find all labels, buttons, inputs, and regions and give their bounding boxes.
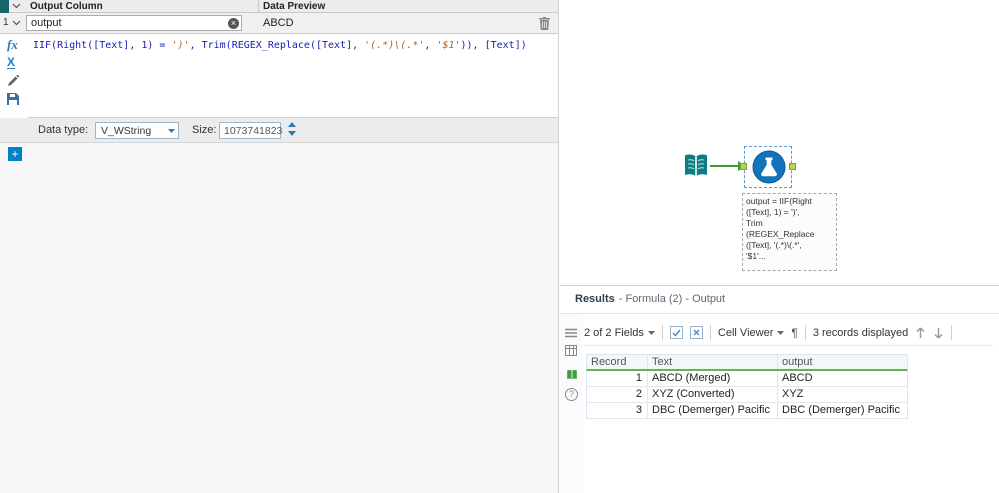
arrow-up-icon[interactable]: [915, 327, 926, 339]
formula-code-segment: )), [Text]): [460, 40, 527, 51]
chevron-down-icon: [647, 330, 655, 335]
table-row[interactable]: 1 ABCD (Merged) ABCD: [586, 371, 908, 387]
size-stepper: [285, 122, 298, 139]
size-input[interactable]: 1073741823: [219, 122, 283, 139]
results-divider: [560, 313, 999, 314]
input-anchor[interactable]: [740, 163, 747, 170]
tool-annotation[interactable]: output = IIF(Right ([Text], 1) = ')', Tr…: [742, 193, 837, 271]
formula-config-panel: Output Column Data Preview 1 output × AB…: [0, 0, 559, 493]
output-column-header: Output Column: [30, 1, 103, 12]
add-column-button[interactable]: +: [8, 147, 22, 161]
insert-variable-icon[interactable]: X: [7, 56, 16, 69]
data-view-icon[interactable]: [565, 368, 579, 382]
profile-list-icon[interactable]: [565, 328, 577, 338]
insert-function-icon[interactable]: fx: [7, 38, 18, 51]
clear-icon[interactable]: ×: [228, 18, 239, 29]
formula-string-segment: ')': [171, 40, 190, 51]
output-cell[interactable]: DBC (Demerger) Pacific: [777, 403, 907, 418]
toolbar-separator: [951, 325, 953, 340]
table-header-row: Record Text output: [586, 354, 908, 371]
table-row[interactable]: 3 DBC (Demerger) Pacific DBC (Demerger) …: [586, 403, 908, 419]
select-all-icon[interactable]: [669, 326, 683, 339]
arrow-down-icon[interactable]: [933, 327, 944, 339]
formula-expression[interactable]: IIF(Right([Text], 1) = ')', Trim(REGEX_R…: [33, 40, 555, 51]
expression-row[interactable]: 1 output × ABCD: [0, 13, 558, 34]
column-header-row: Output Column Data Preview: [0, 0, 558, 13]
header-corner: [0, 0, 9, 13]
column-header-text[interactable]: Text: [647, 355, 777, 369]
metadata-grid-icon[interactable]: [565, 345, 577, 356]
cell-viewer-dropdown[interactable]: Cell Viewer: [717, 326, 785, 339]
results-title: Results - Formula (2) - Output: [575, 293, 725, 305]
expression-editor[interactable]: fx X IIF(Right([Text], 1) = ')', Trim(RE…: [0, 35, 558, 118]
column-header-output[interactable]: output: [777, 355, 907, 369]
formula-string-segment: '(.*)\(.*': [364, 40, 425, 51]
chevron-down-icon[interactable]: [12, 3, 21, 9]
toolbar-separator: [709, 325, 711, 340]
help-icon[interactable]: ?: [565, 388, 578, 401]
formula-code-segment: IIF(Right([Text], 1) =: [33, 40, 172, 51]
output-anchor[interactable]: [789, 163, 796, 170]
chevron-down-icon: [777, 330, 785, 335]
datatype-dropdown[interactable]: V_WString: [95, 122, 179, 139]
data-preview-header: Data Preview: [263, 1, 326, 12]
cell-viewer-label: Cell Viewer: [717, 326, 774, 339]
column-header-record[interactable]: Record: [587, 355, 647, 369]
table-row[interactable]: 2 XYZ (Converted) XYZ: [586, 387, 908, 403]
record-cell[interactable]: 3: [587, 403, 647, 418]
header-divider: [258, 0, 259, 13]
editor-icon-strip: fx X: [0, 35, 28, 118]
fields-dropdown-label: 2 of 2 Fields: [584, 326, 644, 339]
formula-code-segment: ,: [424, 40, 437, 51]
whitespace-toggle-icon[interactable]: ¶: [791, 327, 797, 339]
record-cell[interactable]: 2: [587, 387, 647, 402]
toolbar-separator: [804, 325, 806, 340]
formula-string-segment: '$1': [436, 40, 461, 51]
size-value: 1073741823: [224, 125, 283, 137]
input-data-tool[interactable]: [680, 150, 712, 182]
output-cell[interactable]: ABCD: [777, 371, 907, 386]
output-column-value: output: [31, 17, 62, 29]
results-side-strip: ?: [560, 314, 583, 493]
results-title-rest: - Formula (2) - Output: [618, 293, 726, 305]
deselect-all-icon[interactable]: [689, 326, 703, 339]
datatype-value: V_WString: [101, 125, 152, 137]
text-cell[interactable]: XYZ (Converted): [647, 387, 777, 402]
results-title-bold: Results: [575, 293, 615, 305]
text-cell[interactable]: DBC (Demerger) Pacific: [647, 403, 777, 418]
chevron-down-icon[interactable]: [12, 20, 21, 26]
output-column-input[interactable]: output ×: [26, 15, 242, 31]
alteryx-designer-window: Output Column Data Preview 1 output × AB…: [0, 0, 999, 493]
save-expression-icon[interactable]: [7, 93, 19, 109]
formula-tool[interactable]: [751, 149, 787, 185]
records-displayed-label: 3 records displayed: [812, 326, 909, 339]
fields-dropdown[interactable]: 2 of 2 Fields: [584, 327, 655, 339]
formula-code-segment: , Trim(REGEX_Replace([Text],: [189, 40, 365, 51]
datatype-label: Data type:: [38, 124, 89, 136]
output-cell[interactable]: XYZ: [777, 387, 907, 402]
size-label: Size:: [192, 124, 217, 136]
delete-expression-icon[interactable]: [539, 17, 550, 30]
record-cell[interactable]: 1: [587, 371, 647, 386]
results-panel: Results - Formula (2) - Output ? 2 of 2 F…: [560, 285, 999, 493]
workflow-canvas[interactable]: output = IIF(Right ([Text], 1) = ')', Tr…: [560, 0, 999, 285]
results-toolbar: 2 of 2 Fields Cell Viewer ¶ 3 records di…: [584, 320, 993, 346]
pen-icon[interactable]: [7, 74, 20, 91]
row-number: 1: [3, 17, 9, 28]
chevron-down-icon: [168, 129, 175, 133]
stepper-up-icon[interactable]: [285, 122, 298, 130]
data-preview-value: ABCD: [263, 17, 294, 29]
text-cell[interactable]: ABCD (Merged): [647, 371, 777, 386]
stepper-down-icon[interactable]: [285, 131, 298, 139]
toolbar-separator: [661, 325, 663, 340]
datatype-row: Data type: V_WString Size: 1073741823: [0, 118, 558, 143]
results-table: Record Text output 1 ABCD (Merged) ABCD …: [586, 354, 908, 419]
